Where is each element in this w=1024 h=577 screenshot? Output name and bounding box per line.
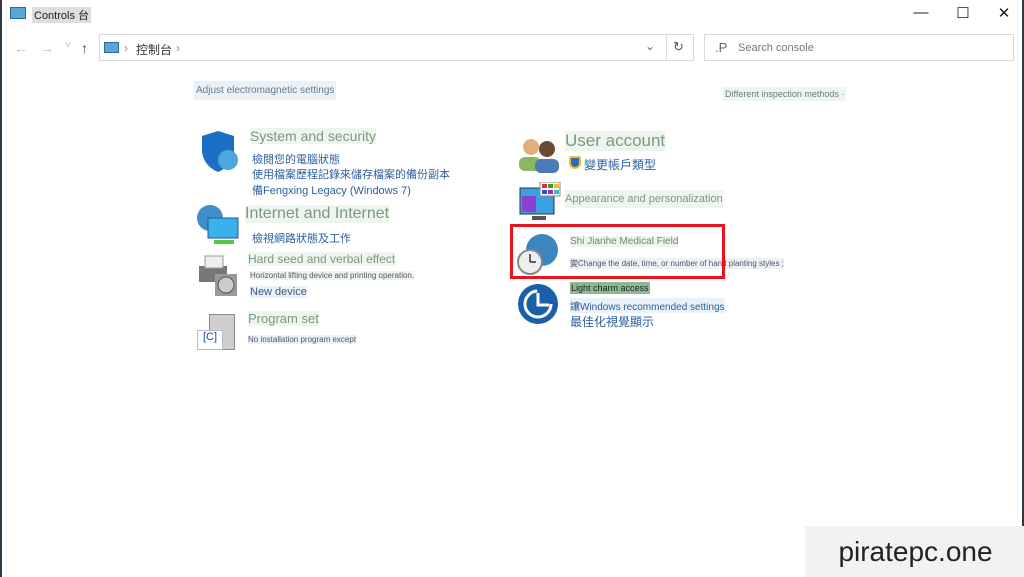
maximize-button[interactable]: ☐ xyxy=(948,4,978,24)
window-title: Controls 台 xyxy=(32,7,92,23)
control-panel-icon xyxy=(104,42,119,53)
forward-button[interactable]: → xyxy=(40,40,54,56)
link-optimize-display[interactable]: 最佳化視覺顯示 xyxy=(570,313,654,330)
up-button[interactable]: ↑ xyxy=(81,40,88,56)
link-review-status[interactable]: 檢閱您的電腦狀態 xyxy=(252,151,340,167)
breadcrumb-control-panel[interactable]: 控制台 xyxy=(136,41,172,58)
programs-icon: [C] xyxy=(197,312,237,352)
minimize-button[interactable]: — xyxy=(906,4,936,24)
category-hardware-sound[interactable]: Hard seed and verbal effect xyxy=(248,252,396,266)
recent-locations-button[interactable]: ˅ xyxy=(65,40,71,51)
shield-icon xyxy=(202,131,238,172)
back-button[interactable]: ← xyxy=(14,40,28,56)
address-bar[interactable]: › 控制台 › ⌄ ↻ xyxy=(99,34,694,61)
category-network-internet[interactable]: Internet and Internet xyxy=(245,205,390,223)
printer-icon xyxy=(199,255,237,296)
link-change-account-type[interactable]: 變更帳戶類型 xyxy=(584,156,656,173)
link-file-history[interactable]: 使用檔案歷程記錄來儲存檔案的備份副本 xyxy=(252,166,450,182)
breadcrumb-separator[interactable]: › xyxy=(124,41,128,55)
network-icon xyxy=(197,205,239,244)
users-icon xyxy=(519,139,559,173)
category-system-security[interactable]: System and security xyxy=(250,128,377,144)
control-panel-icon xyxy=(10,7,26,19)
category-appearance[interactable]: Appearance and personalization xyxy=(565,190,723,208)
close-button[interactable]: ✕ xyxy=(989,4,1019,24)
search-icon: .P xyxy=(715,40,728,55)
link-devices-printers[interactable]: Horizontal lifting device and printing o… xyxy=(250,271,415,280)
adjust-settings-link[interactable]: Adjust electromagnetic settings xyxy=(194,81,337,100)
search-input[interactable]: .P Search console xyxy=(704,34,1014,61)
link-add-device[interactable]: New device xyxy=(250,286,307,298)
divider xyxy=(666,35,667,60)
uac-shield-icon xyxy=(569,156,581,169)
refresh-button[interactable]: ↻ xyxy=(673,39,684,55)
ease-of-access-icon xyxy=(518,284,558,324)
view-by-dropdown[interactable]: Different inspection methods · xyxy=(723,87,847,101)
category-ease-of-access[interactable]: Light charm access xyxy=(570,282,650,294)
category-programs[interactable]: Program set xyxy=(248,311,319,326)
breadcrumb-separator[interactable]: › xyxy=(176,41,180,55)
link-network-status[interactable]: 檢視網路狀態及工作 xyxy=(252,230,351,246)
highlight-box xyxy=(510,224,725,279)
appearance-icon xyxy=(519,182,561,220)
chevron-down-icon[interactable]: ⌄ xyxy=(645,39,655,53)
link-uninstall-program[interactable]: No installation program except xyxy=(248,335,357,344)
category-user-accounts[interactable]: User account xyxy=(565,131,666,151)
watermark: piratepc.one xyxy=(805,526,1024,577)
link-windows-recommended[interactable]: 讓Windows recommended settings xyxy=(570,298,725,313)
title-bar: Controls 台 — ☐ ✕ xyxy=(2,0,1022,30)
search-placeholder: Search console xyxy=(738,42,814,54)
link-backup-restore[interactable]: 備Fengxing Legacy (Windows 7) xyxy=(252,182,411,198)
